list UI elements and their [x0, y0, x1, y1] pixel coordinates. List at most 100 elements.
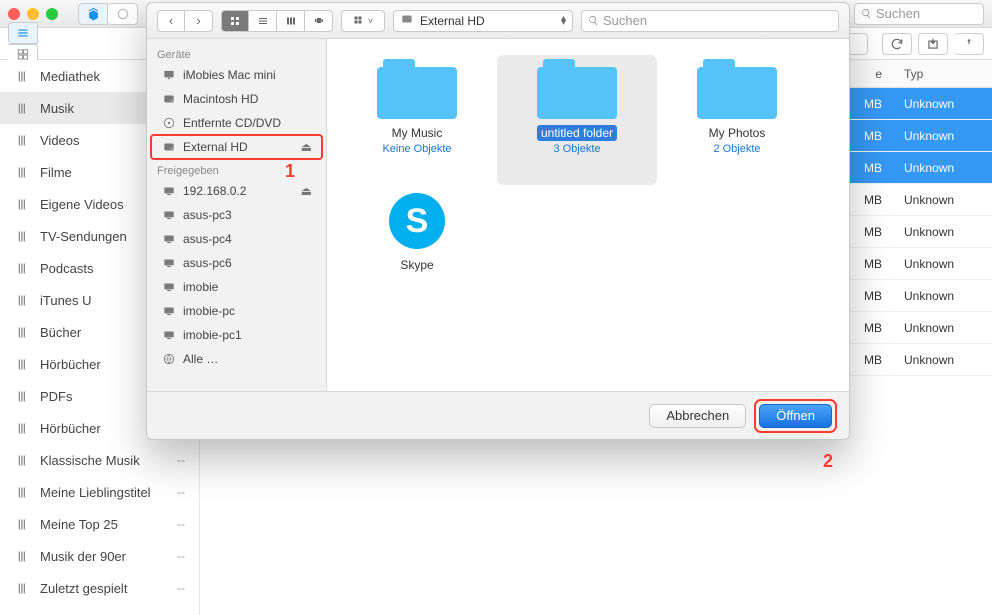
cell-type: Unknown: [892, 289, 992, 303]
list-icon: [14, 549, 30, 564]
display-icon: [161, 304, 177, 318]
dialog-sidebar-item[interactable]: iMobies Mac mini: [151, 63, 322, 87]
tile-label: My Photos: [705, 125, 770, 141]
dialog-sidebar-item[interactable]: 192.168.0.2⏏: [151, 179, 322, 203]
eject-icon[interactable]: ⏏: [301, 140, 312, 154]
sidebar-item[interactable]: Musik der 90er--: [0, 540, 199, 572]
cd-icon: [161, 116, 177, 130]
dialog-sidebar-item[interactable]: asus-pc4: [151, 227, 322, 251]
display-icon: [161, 232, 177, 246]
dialog-sidebar[interactable]: Geräte iMobies Mac mini Macintosh HD Entfer…: [147, 39, 327, 391]
dialog-sidebar-item-label: imobie-pc1: [183, 328, 242, 342]
arrange-dropdown[interactable]: ˅: [341, 10, 385, 32]
icon-view-button[interactable]: [221, 10, 249, 32]
cancel-button[interactable]: Abbrechen: [649, 404, 746, 428]
sidebar-item-label: Videos: [40, 133, 80, 148]
nav-back-button[interactable]: ‹: [157, 10, 185, 32]
sidebar-item-label: Eigene Videos: [40, 197, 124, 212]
sidebar-item-label: PDFs: [40, 389, 73, 404]
folder-tile[interactable]: untitled folder3 Objekte: [497, 55, 657, 185]
location-dropdown[interactable]: External HD ▴▾: [393, 10, 573, 32]
tile-subtitle: 3 Objekte: [553, 143, 600, 155]
activity-icon[interactable]: [108, 3, 138, 25]
dialog-sidebar-item[interactable]: imobie-pc: [151, 299, 322, 323]
list-icon: [14, 517, 30, 532]
zoom-window-button[interactable]: [46, 8, 58, 20]
tile-label: My Music: [388, 125, 447, 141]
sidebar-item-badge: --: [177, 453, 185, 467]
sidebar-section-header: Freigegeben: [147, 159, 326, 179]
sidebar-item-label: Klassische Musik: [40, 453, 140, 468]
open-button[interactable]: Öffnen: [759, 404, 832, 428]
music-library-icon[interactable]: [78, 3, 108, 25]
more-actions-button[interactable]: [954, 33, 984, 55]
refresh-button[interactable]: [882, 33, 912, 55]
list-icon: [14, 69, 30, 84]
sidebar-item-badge: --: [177, 517, 185, 531]
dialog-sidebar-item-label: asus-pc4: [183, 232, 232, 246]
list-icon: [14, 581, 30, 596]
list-icon: [14, 197, 30, 212]
window-search[interactable]: Suchen: [854, 3, 984, 25]
dialog-sidebar-item-label: External HD: [183, 140, 248, 154]
list-icon: [14, 421, 30, 436]
list-view-button[interactable]: [249, 10, 277, 32]
dialog-search-placeholder: Suchen: [603, 13, 647, 28]
dialog-sidebar-item-label: asus-pc6: [183, 256, 232, 270]
hdd-icon: [161, 92, 177, 106]
display-icon: [161, 280, 177, 294]
dialog-content[interactable]: My MusicKeine Objekteuntitled folder3 Ob…: [327, 39, 849, 391]
dialog-sidebar-item[interactable]: Alle …: [151, 347, 322, 371]
view-segment: [221, 10, 333, 32]
list-icon: [14, 101, 30, 116]
nav-segment: ‹ ›: [157, 10, 213, 32]
open-file-dialog: ‹ › ˅ External HD: [146, 2, 850, 440]
app-tile[interactable]: SSkype: [337, 185, 497, 315]
list-icon: [14, 357, 30, 372]
list-icon: [14, 165, 30, 180]
dialog-sidebar-item[interactable]: asus-pc6: [151, 251, 322, 275]
nav-forward-button[interactable]: ›: [185, 10, 213, 32]
cell-type: Unknown: [892, 353, 992, 367]
export-button[interactable]: [918, 33, 948, 55]
cell-type: Unknown: [892, 129, 992, 143]
sidebar-item[interactable]: Zuletzt gespielt--: [0, 572, 199, 604]
dialog-sidebar-item[interactable]: External HD ⏏: [151, 135, 322, 159]
display-icon: [161, 208, 177, 222]
sidebar-item[interactable]: Klassische Musik --: [0, 444, 199, 476]
table-header-type[interactable]: Typ: [892, 60, 992, 87]
display-icon: [161, 184, 177, 198]
dialog-sidebar-item-label: iMobies Mac mini: [183, 68, 276, 82]
folder-tile[interactable]: My MusicKeine Objekte: [337, 55, 497, 185]
dialog-sidebar-item-label: Entfernte CD/DVD: [183, 116, 281, 130]
dialog-sidebar-item[interactable]: imobie: [151, 275, 322, 299]
dialog-sidebar-item[interactable]: asus-pc3: [151, 203, 322, 227]
list-view-tab[interactable]: [8, 22, 38, 44]
dialog-sidebar-item[interactable]: Entfernte CD/DVD: [151, 111, 322, 135]
cell-type: Unknown: [892, 321, 992, 335]
imac-icon: [161, 68, 177, 82]
dialog-sidebar-item[interactable]: Macintosh HD: [151, 87, 322, 111]
eject-icon[interactable]: ⏏: [301, 184, 312, 198]
sidebar-item-label: Zuletzt gespielt: [40, 581, 127, 596]
sidebar-item-label: Bücher: [40, 325, 81, 340]
dialog-search[interactable]: Suchen: [581, 10, 839, 32]
sidebar-item-label: Podcasts: [40, 261, 93, 276]
sidebar-item[interactable]: Meine Top 25--: [0, 508, 199, 540]
globe-icon: [161, 352, 177, 366]
toolbar-actions: [882, 33, 984, 55]
dialog-sidebar-item[interactable]: imobie-pc1: [151, 323, 322, 347]
sidebar-section-header: Geräte: [147, 43, 326, 63]
dialog-toolbar: ‹ › ˅ External HD: [147, 3, 849, 39]
column-view-button[interactable]: [277, 10, 305, 32]
list-icon: [14, 485, 30, 500]
callout-two: 2: [823, 451, 833, 472]
dialog-sidebar-item-label: asus-pc3: [183, 208, 232, 222]
sidebar-item-label: Meine Lieblingstitel: [40, 485, 151, 500]
minimize-window-button[interactable]: [27, 8, 39, 20]
sidebar-item[interactable]: Meine Lieblingstitel--: [0, 476, 199, 508]
folder-tile[interactable]: My Photos2 Objekte: [657, 55, 817, 185]
folder-icon: [377, 59, 457, 119]
coverflow-view-button[interactable]: [305, 10, 333, 32]
close-window-button[interactable]: [8, 8, 20, 20]
